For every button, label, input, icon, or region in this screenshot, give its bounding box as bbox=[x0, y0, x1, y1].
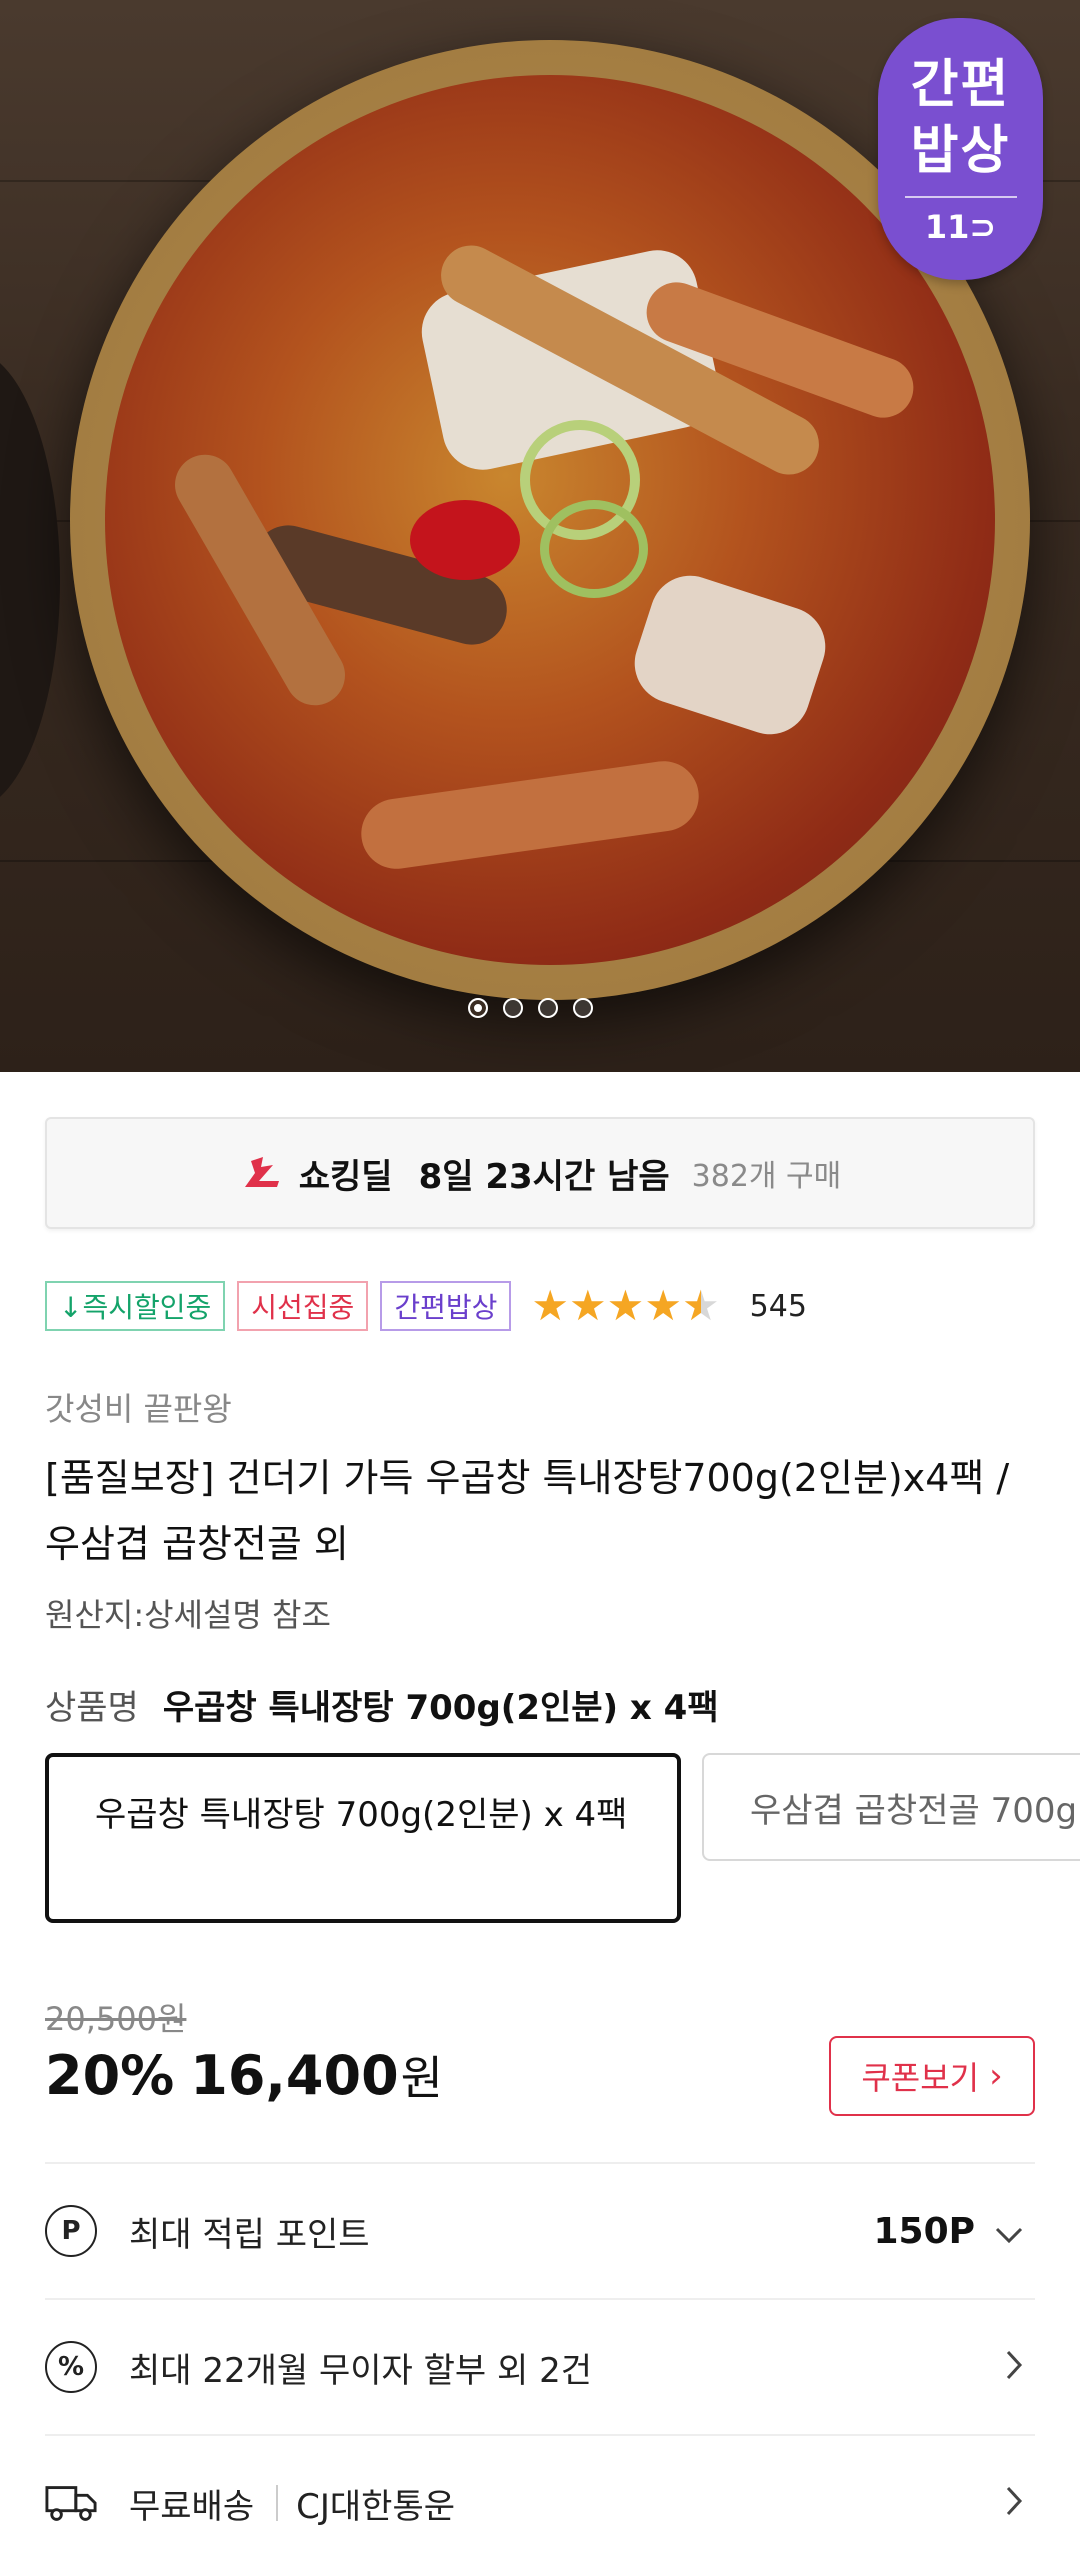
shocking-deal-icon bbox=[244, 1157, 279, 1187]
tag-spotlight: 시선집중 bbox=[237, 1281, 369, 1331]
chevron-right-icon bbox=[1005, 2344, 1023, 2390]
carousel-dot-1[interactable] bbox=[468, 998, 488, 1018]
shipping-row[interactable]: 무료배송 CJ대한통운 bbox=[45, 2434, 1035, 2570]
point-icon: P bbox=[45, 2205, 97, 2257]
side-dish-bowl bbox=[0, 350, 60, 810]
product-title: [품질보장] 건더기 가득 우곱창 특내장탕700g(2인분)x4팩 / 우삼겹… bbox=[45, 1456, 1010, 1566]
product-image-carousel[interactable]: 간편 밥상 11⊃ bbox=[0, 0, 1080, 1072]
chevron-right-icon: › bbox=[989, 2056, 1003, 2096]
chevron-down-icon bbox=[995, 2208, 1023, 2254]
review-count[interactable]: 545 bbox=[750, 1289, 807, 1324]
option-chip-selected[interactable]: 우곱창 특내장탕 700g(2인분) x 4팩 bbox=[45, 1753, 681, 1923]
divider bbox=[276, 2485, 279, 2521]
easy-meal-badge: 간편 밥상 11⊃ bbox=[878, 18, 1043, 280]
11st-logo: 11⊃ bbox=[924, 208, 997, 246]
coupon-button[interactable]: 쿠폰보기 › bbox=[829, 2036, 1035, 2116]
truck-icon bbox=[45, 2477, 97, 2529]
discount-rate: 20% bbox=[45, 2044, 175, 2107]
carousel-dot-4[interactable] bbox=[573, 998, 593, 1018]
option-label: 상품명 bbox=[45, 1688, 139, 1728]
installment-label: 최대 22개월 무이자 할부 외 2건 bbox=[129, 2350, 593, 2391]
deal-purchase-count: 382개 구매 bbox=[691, 1159, 842, 1194]
option-summary: 상품명 우곱창 특내장탕 700g(2인분) x 4팩 bbox=[45, 1680, 719, 1729]
percent-icon: % bbox=[45, 2341, 97, 2393]
currency-unit: 원 bbox=[400, 2051, 443, 2105]
option-selected-value: 우곱창 특내장탕 700g(2인분) x 4팩 bbox=[162, 1688, 719, 1728]
carousel-indicator[interactable] bbox=[468, 998, 593, 1018]
red-chili bbox=[410, 500, 520, 580]
sale-amount: 16,400 bbox=[190, 2044, 399, 2107]
star-icon: ★ bbox=[644, 1281, 682, 1330]
deal-time-left: 8일 23시간 남음 bbox=[418, 1156, 670, 1197]
original-price: 20,500원 bbox=[45, 2000, 187, 2038]
star-icon: ★ bbox=[531, 1281, 570, 1330]
star-icon: ★ bbox=[606, 1281, 645, 1330]
green-onion bbox=[540, 500, 648, 598]
shipping-label: 무료배송 bbox=[129, 2486, 255, 2527]
carousel-dot-3[interactable] bbox=[538, 998, 558, 1018]
product-origin: 원산지:상세설명 참조 bbox=[45, 1596, 331, 1634]
chevron-right-icon bbox=[1005, 2480, 1023, 2526]
shipping-carrier: CJ대한통운 bbox=[296, 2486, 456, 2527]
points-label: 최대 적립 포인트 bbox=[129, 2214, 370, 2255]
deal-title: 쇼킹딜 bbox=[298, 1156, 393, 1197]
tag-instant-discount: ↓즉시할인중 bbox=[45, 1281, 226, 1331]
points-value: 150P bbox=[873, 2210, 975, 2252]
installment-row[interactable]: % 최대 22개월 무이자 할부 외 2건 bbox=[45, 2298, 1035, 2434]
carousel-dot-2[interactable] bbox=[503, 998, 523, 1018]
star-half-icon: ★ bbox=[681, 1281, 720, 1330]
shocking-deal-bar[interactable]: 쇼킹딜 8일 23시간 남음 382개 구매 bbox=[45, 1117, 1035, 1229]
points-row[interactable]: P 최대 적립 포인트 150P bbox=[45, 2162, 1035, 2298]
tag-row: ↓즉시할인중 시선집중 간편밥상 ★ ★ ★ ★ ★ 545 bbox=[45, 1281, 807, 1331]
sale-price: 20% 16,400 원 bbox=[45, 2042, 443, 2108]
rating-stars[interactable]: ★ ★ ★ ★ ★ bbox=[531, 1285, 719, 1327]
seller-brand[interactable]: 갓성비 끝판왕 bbox=[45, 1384, 232, 1430]
tag-easy-meal: 간편밥상 bbox=[380, 1281, 512, 1331]
coupon-button-label: 쿠폰보기 bbox=[861, 2059, 980, 2097]
star-icon: ★ bbox=[569, 1281, 607, 1330]
option-chip[interactable]: 우삼겹 곱창전골 700g bbox=[702, 1753, 1080, 1861]
